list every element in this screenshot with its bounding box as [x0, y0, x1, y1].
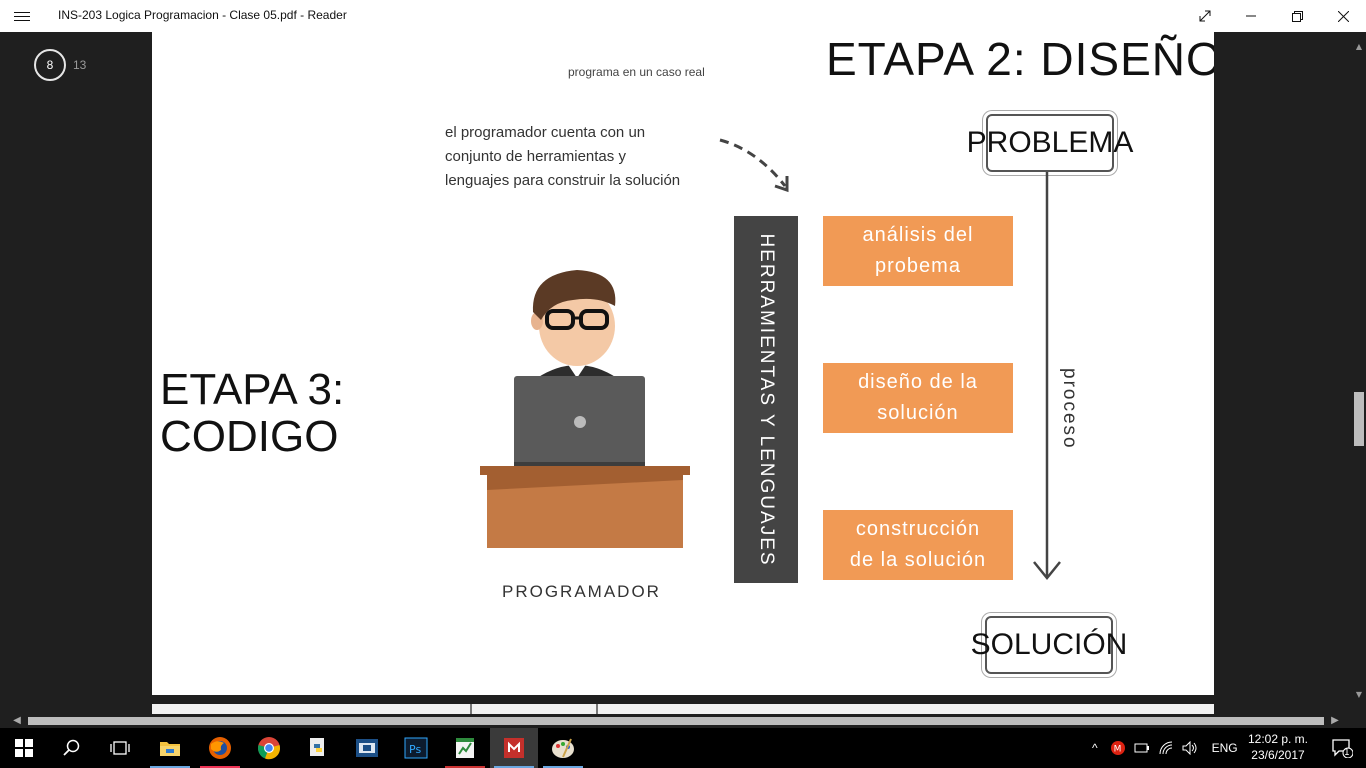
- svg-text:M: M: [1113, 745, 1121, 755]
- programmer-note: el programador cuenta con un conjunto de…: [445, 121, 745, 193]
- clock[interactable]: 12:02 p. m. 23/6/2017: [1246, 731, 1310, 763]
- show-hidden-icons-icon[interactable]: ^: [1092, 741, 1098, 755]
- process-label: proceso: [1059, 368, 1080, 450]
- volume-icon[interactable]: [1182, 741, 1198, 755]
- problem-box: PROBLEMA: [967, 114, 1133, 172]
- vertical-scrollbar[interactable]: ▲ ▼: [1352, 32, 1366, 714]
- chrome-icon: [258, 737, 280, 760]
- tools-languages-label: HERRAMIENTAS Y LENGUAJES: [756, 232, 777, 567]
- scroll-down-icon[interactable]: ▼: [1352, 688, 1366, 702]
- firefox-icon: [209, 737, 231, 759]
- reader-button[interactable]: [490, 728, 538, 768]
- video-icon: [356, 739, 378, 757]
- next-page: [152, 704, 1214, 714]
- stage-title: ETAPA 3: CODIGO: [160, 366, 344, 460]
- fullscreen-button[interactable]: [1182, 0, 1228, 32]
- clock-time: 12:02 p. m.: [1247, 732, 1309, 746]
- current-page-indicator[interactable]: 8: [34, 49, 66, 81]
- antivirus-icon[interactable]: M: [1110, 740, 1126, 756]
- svg-text:Ps: Ps: [409, 743, 421, 756]
- stage-title-line2: CODIGO: [160, 412, 339, 461]
- start-button[interactable]: [0, 728, 48, 768]
- task-view-button[interactable]: [96, 728, 144, 768]
- notification-count: 1: [1344, 748, 1350, 758]
- expand-icon: [1199, 10, 1211, 22]
- step-line: diseño de la: [858, 371, 978, 393]
- programmer-illustration: [480, 270, 690, 548]
- spreadsheet-button[interactable]: [441, 728, 489, 768]
- spreadsheet-icon: [456, 738, 474, 758]
- hamburger-menu-icon[interactable]: [14, 9, 30, 23]
- windows-icon: [15, 739, 33, 757]
- close-button[interactable]: [1320, 0, 1366, 32]
- taskbar: Ps ^ M ENG 12:02 p. m. 23/6/2017 1: [0, 728, 1366, 768]
- paint-button[interactable]: [539, 728, 587, 768]
- tools-languages-bar: HERRAMIENTAS Y LENGUAJES: [734, 216, 798, 583]
- note-line: el programador cuenta con un: [445, 124, 646, 141]
- firefox-button[interactable]: [196, 728, 244, 768]
- search-icon: [63, 739, 80, 756]
- video-button[interactable]: [343, 728, 391, 768]
- step-design: diseño de la solución: [823, 363, 1013, 433]
- clock-date: 23/6/2017: [1251, 748, 1305, 762]
- stage-title-line1: ETAPA 3:: [160, 365, 345, 414]
- restore-button[interactable]: [1274, 0, 1320, 32]
- file-explorer-button[interactable]: [146, 728, 194, 768]
- reader-app: INS-203 Logica Programacion - Clase 05.p…: [0, 0, 1366, 768]
- minimize-icon: [1246, 15, 1256, 17]
- wifi-icon[interactable]: [1158, 741, 1174, 755]
- step-analysis: análisis del probema: [823, 216, 1013, 286]
- title-bar: INS-203 Logica Programacion - Clase 05.p…: [0, 0, 1366, 32]
- scroll-left-icon[interactable]: ◀: [10, 714, 24, 728]
- previous-page-title: ETAPA 2: DISEÑO: [826, 33, 1214, 85]
- reader-icon: [504, 738, 524, 758]
- programmer-label: PROGRAMADOR: [502, 582, 661, 601]
- close-icon: [1337, 10, 1349, 22]
- language-indicator[interactable]: ENG: [1212, 741, 1238, 755]
- scroll-right-icon[interactable]: ▶: [1328, 714, 1342, 728]
- search-button[interactable]: [48, 728, 96, 768]
- python-button[interactable]: [294, 728, 342, 768]
- next-page-box: [470, 704, 598, 714]
- chrome-button[interactable]: [245, 728, 293, 768]
- restore-icon: [1291, 10, 1303, 22]
- step-line: probema: [875, 255, 961, 277]
- minimize-button[interactable]: [1228, 0, 1274, 32]
- photoshop-icon: Ps: [404, 737, 428, 759]
- previous-page-caption: programa en un caso real: [568, 65, 705, 79]
- step-line: análisis del: [862, 224, 974, 246]
- paint-icon: [552, 738, 574, 758]
- step-line: construcción: [855, 518, 981, 540]
- window-title: INS-203 Logica Programacion - Clase 05.p…: [58, 8, 347, 22]
- dashed-arrow-icon: [719, 138, 789, 193]
- step-line: solución: [877, 402, 959, 424]
- action-center-button[interactable]: 1: [1318, 728, 1366, 768]
- document-viewer[interactable]: 8 13 programa en un caso real ETAPA 2: D…: [0, 32, 1352, 714]
- current-page: ETAPA 3: CODIGO el programador cuenta co…: [152, 98, 1214, 695]
- system-tray: ^ M ENG: [1092, 728, 1238, 768]
- scroll-up-icon[interactable]: ▲: [1352, 40, 1366, 54]
- battery-icon[interactable]: [1134, 741, 1150, 755]
- note-line: lenguajes para construir la solución: [445, 172, 681, 189]
- horizontal-scroll-thumb[interactable]: [28, 717, 1324, 725]
- vertical-scroll-thumb[interactable]: [1354, 392, 1364, 446]
- python-icon: [310, 738, 324, 756]
- solution-box: SOLUCIÓN: [971, 616, 1127, 674]
- task-view-icon: [110, 741, 130, 755]
- horizontal-scrollbar[interactable]: ◀ ▶: [0, 714, 1352, 728]
- photoshop-button[interactable]: Ps: [392, 728, 440, 768]
- step-construction: construcción de la solución: [823, 510, 1013, 580]
- folder-icon: [160, 742, 180, 756]
- total-pages: 13: [73, 58, 87, 72]
- step-line: de la solución: [849, 549, 987, 571]
- note-line: conjunto de herramientas y: [445, 148, 626, 165]
